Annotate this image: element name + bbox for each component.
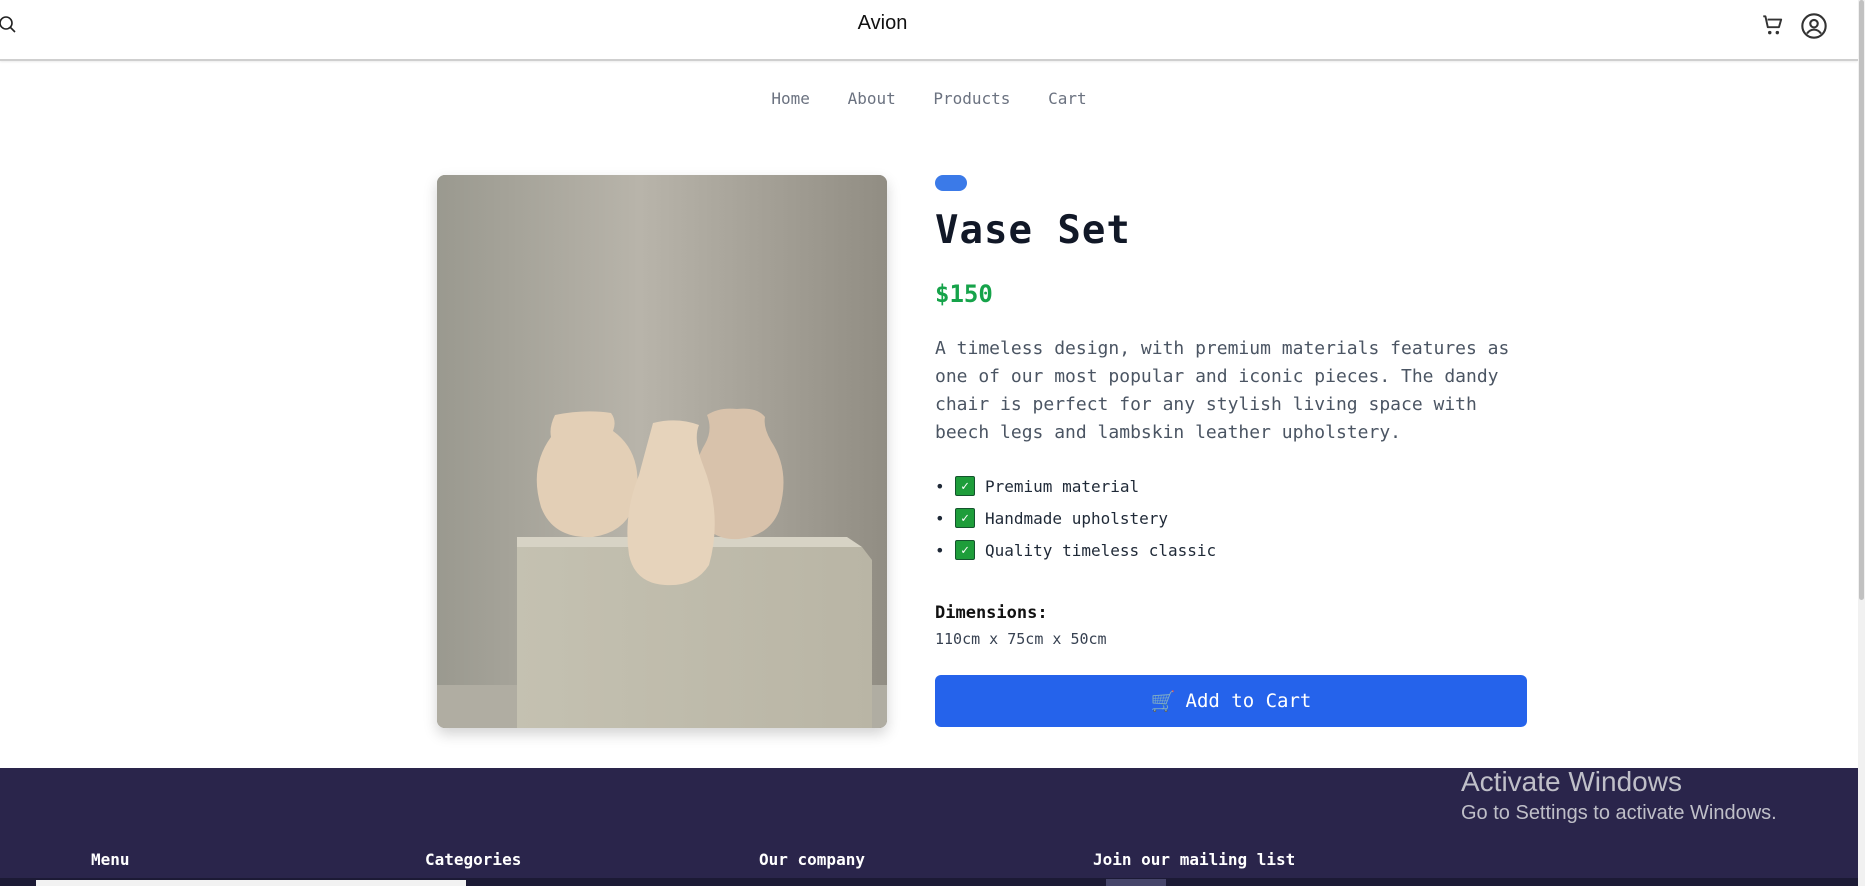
category-badge: [935, 175, 967, 191]
product-description: A timeless design, with premium material…: [935, 338, 1510, 443]
feature-list: • ✓ Premium material • ✓ Handmade uphols…: [935, 470, 1216, 566]
dimensions-value: 110cm x 75cm x 50cm: [935, 630, 1107, 648]
product-title: Vase Set: [935, 208, 1131, 253]
nav-products[interactable]: Products: [933, 89, 1010, 108]
footer-menu-heading: Menu: [91, 850, 130, 869]
list-item: • ✓ Handmade upholstery: [935, 502, 1216, 534]
site-header: Avion: [0, 0, 1858, 61]
product-image: [437, 175, 887, 728]
user-icon[interactable]: [1800, 12, 1828, 44]
add-to-cart-button[interactable]: 🛒 Add to Cart: [935, 675, 1527, 727]
nav-about[interactable]: About: [848, 89, 896, 108]
footer-strip-segment: [36, 880, 466, 886]
feature-label: Handmade upholstery: [985, 508, 1169, 528]
add-to-cart-label: Add to Cart: [1185, 690, 1312, 712]
product-price: $150: [935, 280, 993, 308]
nav-cart[interactable]: Cart: [1048, 89, 1087, 108]
main-nav: Home About Products Cart: [0, 89, 1858, 108]
bullet: •: [935, 540, 945, 560]
check-icon: ✓: [955, 476, 975, 496]
list-item: • ✓ Premium material: [935, 470, 1216, 502]
footer-categories-heading: Categories: [425, 850, 522, 869]
footer-company-heading: Our company: [759, 850, 865, 869]
windows-activation-watermark: Activate Windows Go to Settings to activ…: [1461, 766, 1777, 825]
footer-mailing-heading: Join our mailing list: [1093, 850, 1296, 869]
shopping-cart-icon: 🛒: [1150, 689, 1176, 713]
check-icon: ✓: [955, 508, 975, 528]
watermark-title: Activate Windows: [1461, 766, 1682, 797]
cart-icon[interactable]: [1760, 12, 1786, 42]
scrollbar-thumb[interactable]: [1859, 0, 1864, 600]
check-icon: ✓: [955, 540, 975, 560]
footer-strip-segment: [1106, 879, 1166, 886]
brand-logo[interactable]: Avion: [0, 12, 1765, 35]
page-scrollbar[interactable]: [1858, 0, 1865, 886]
feature-label: Premium material: [985, 476, 1140, 496]
nav-home[interactable]: Home: [771, 89, 810, 108]
feature-label: Quality timeless classic: [985, 540, 1217, 560]
watermark-subtitle: Go to Settings to activate Windows.: [1461, 802, 1777, 824]
bullet: •: [935, 508, 945, 528]
dimensions-label: Dimensions:: [935, 603, 1048, 623]
bullet: •: [935, 476, 945, 496]
list-item: • ✓ Quality timeless classic: [935, 534, 1216, 566]
